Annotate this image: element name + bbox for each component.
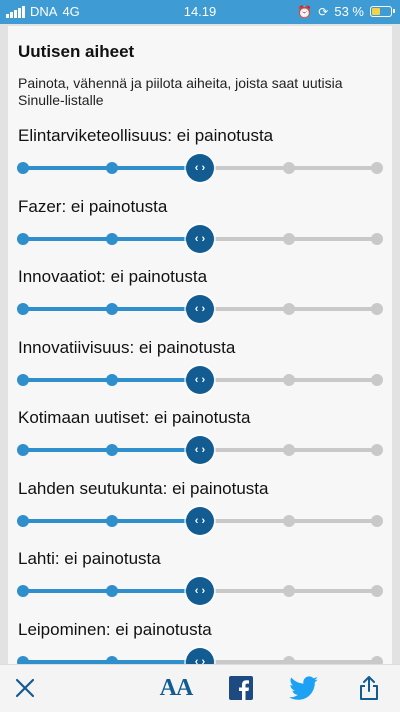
weight-slider[interactable]: ‹ › [17,506,383,535]
slider-stop[interactable] [371,514,383,527]
slider-handle[interactable]: ‹ › [186,506,214,535]
battery-fill [372,8,380,15]
slider-stop[interactable] [371,373,383,386]
bottom-toolbar: AA [0,664,400,712]
battery-icon [370,6,395,17]
slider-stop[interactable] [105,514,118,527]
slider-stop[interactable] [282,303,295,315]
status-right: ⏰ ⟳ 53 % [297,4,395,19]
topics-panel: Uutisen aiheet Painota, vähennä ja piilo… [8,26,392,664]
close-icon [15,678,35,698]
topic-item: Lahden seutukunta: ei painotusta ‹ › [17,478,383,549]
weight-slider[interactable]: ‹ › [17,365,383,394]
battery-percent: 53 % [334,4,364,19]
close-button[interactable] [10,673,40,703]
slider-handle[interactable]: ‹ › [186,436,214,464]
topic-item: Elintarviketeollisuus: ei painotusta ‹ › [17,126,383,196]
slider-stop[interactable] [371,655,383,664]
slider-stop[interactable] [17,655,29,664]
weight-slider[interactable]: ‹ › [17,295,383,323]
slider-stop[interactable] [105,162,118,174]
slider-stop[interactable] [282,232,295,245]
topic-label: Lahti: ei painotusta [18,549,161,568]
slider-stop[interactable] [105,444,118,456]
slider-stop[interactable] [17,585,29,597]
twitter-share-button[interactable] [288,673,320,703]
weight-slider[interactable]: ‹ › [17,436,383,464]
topic-item: Innovaatiot: ei painotusta ‹ › [17,267,383,337]
topic-item: Lahti: ei painotusta ‹ › [17,549,383,619]
topic-item: Fazer: ei painotusta ‹ › [17,196,383,267]
slider-stop[interactable] [17,232,29,245]
slider-stop[interactable] [17,303,29,315]
topic-label: Elintarviketeollisuus: ei painotusta [18,126,274,145]
twitter-icon [289,676,318,700]
topic-label: Lahden seutukunta: ei painotusta [18,478,269,498]
slider-stop[interactable] [17,373,29,386]
topic-item: Innovatiivisuus: ei painotusta ‹ › [17,337,383,408]
facebook-share-button[interactable] [226,673,256,703]
status-bar: DNA 4G 14.19 ⏰ ⟳ 53 % [0,0,400,24]
share-button[interactable] [356,673,382,703]
slider-handle[interactable]: ‹ › [186,295,214,323]
alarm-icon: ⏰ [297,4,313,19]
slider-stop[interactable] [105,232,118,245]
topic-item: Leipominen: ei painotusta ‹ › [17,619,383,664]
slider-handle[interactable]: ‹ › [186,365,214,394]
weight-slider[interactable]: ‹ › [17,577,383,605]
slider-stop[interactable] [105,585,118,597]
panel-description: Painota, vähennä ja piilota aiheita, joi… [18,75,343,108]
panel-heading: Uutisen aiheet [18,42,135,61]
topic-item: Kotimaan uutiset: ei painotusta ‹ › [17,408,383,478]
topic-label: Kotimaan uutiset: ei painotusta [18,408,251,427]
slider-stop[interactable] [282,655,295,664]
slider-stop[interactable] [105,655,118,664]
slider-stop[interactable] [105,373,118,386]
slider-stop[interactable] [282,162,295,174]
slider-stop[interactable] [282,444,295,456]
slider-handle[interactable]: ‹ › [186,647,214,664]
facebook-icon [229,676,253,700]
slider-stop[interactable] [17,514,29,527]
slider-stop[interactable] [282,514,295,527]
slider-stop[interactable] [371,444,383,456]
slider-handle[interactable]: ‹ › [186,224,214,253]
slider-stop[interactable] [371,585,383,597]
slider-stop[interactable] [17,162,29,174]
weight-slider[interactable]: ‹ › [17,224,383,253]
topic-label: Innovatiivisuus: ei painotusta [18,337,236,357]
slider-stop[interactable] [371,162,383,174]
slider-stop[interactable] [282,373,295,386]
slider-stop[interactable] [282,585,295,597]
rotation-lock-icon: ⟳ [318,4,329,19]
slider-handle[interactable]: ‹ › [186,577,214,605]
topic-label: Leipominen: ei painotusta [18,619,212,639]
weight-slider[interactable]: ‹ › [17,154,383,182]
share-icon [360,676,378,700]
text-size-button[interactable]: AA [156,673,196,703]
slider-handle[interactable]: ‹ › [186,154,214,182]
slider-stop[interactable] [105,303,118,315]
topic-label: Fazer: ei painotusta [18,196,168,216]
topic-label: Innovaatiot: ei painotusta [18,267,208,286]
slider-stop[interactable] [17,444,29,456]
slider-stop[interactable] [371,303,383,315]
weight-slider[interactable]: ‹ › [17,647,383,664]
slider-stop[interactable] [371,232,383,245]
